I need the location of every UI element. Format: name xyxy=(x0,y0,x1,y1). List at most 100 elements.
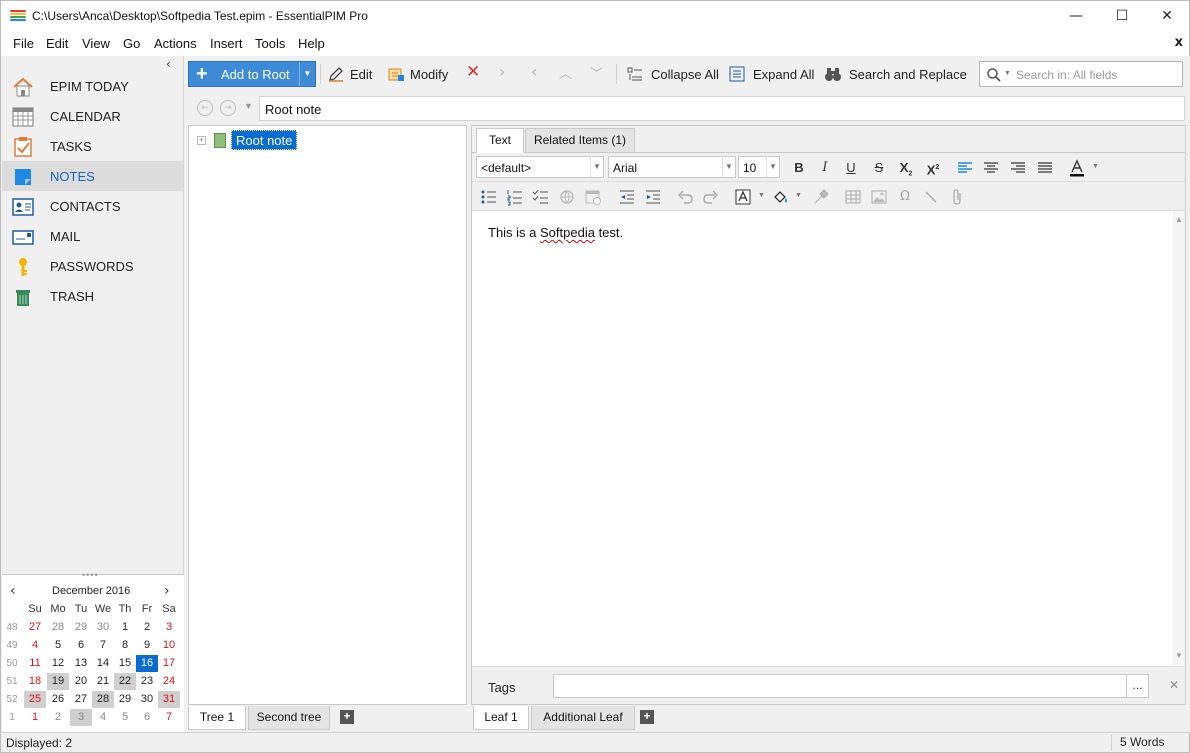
maximize-button[interactable]: ☐ xyxy=(1099,1,1145,31)
tab-second-tree[interactable]: Second tree xyxy=(248,706,330,730)
add-to-root-dropdown[interactable]: ▼ xyxy=(299,62,315,86)
numbered-list-icon[interactable] xyxy=(506,188,524,206)
calendar-day[interactable]: 18 xyxy=(24,673,46,690)
calendar-day[interactable]: 20 xyxy=(70,673,92,690)
calendar-day[interactable]: 28 xyxy=(47,619,69,636)
decrease-indent-icon[interactable] xyxy=(618,188,636,206)
attachment-icon[interactable] xyxy=(948,188,966,206)
calendar-day[interactable]: 29 xyxy=(114,691,136,708)
sidebar-item-trash[interactable]: TRASH xyxy=(2,281,183,311)
misspelled-word[interactable]: Softpedia xyxy=(540,225,595,240)
tags-input[interactable]: ... xyxy=(553,674,1149,698)
calendar-day[interactable]: 3 xyxy=(70,709,92,726)
menu-file[interactable]: File xyxy=(13,36,34,51)
calendar-day[interactable]: 6 xyxy=(70,637,92,654)
calendar-day[interactable]: 15 xyxy=(114,655,136,672)
format-painter-icon[interactable] xyxy=(812,188,830,206)
bullet-list-icon[interactable] xyxy=(480,188,498,206)
back-button[interactable]: ← xyxy=(197,100,213,116)
expand-all-button[interactable]: Expand All xyxy=(728,62,814,86)
sidebar-item-epim-today[interactable]: EPIM TODAY xyxy=(2,71,183,101)
calendar-day[interactable]: 5 xyxy=(114,709,136,726)
edit-button[interactable]: Edit xyxy=(327,62,373,86)
calendar-day[interactable]: 8 xyxy=(114,637,136,654)
menu-actions[interactable]: Actions xyxy=(154,36,197,51)
calendar-day[interactable]: 27 xyxy=(24,619,46,636)
calendar-day[interactable]: 13 xyxy=(70,655,92,672)
calendar-day[interactable]: 11 xyxy=(24,655,46,672)
calendar-day[interactable]: 29 xyxy=(70,619,92,636)
move-left-icon[interactable]: ‹ xyxy=(531,62,537,81)
next-month-button[interactable]: › xyxy=(164,583,170,599)
delete-icon[interactable]: ✕ xyxy=(466,62,480,82)
calendar-day[interactable]: 4 xyxy=(24,637,46,654)
move-up-icon[interactable]: ︿ xyxy=(559,63,572,82)
week-number[interactable]: 50 xyxy=(2,655,22,672)
calendar-day[interactable]: 28 xyxy=(92,691,114,708)
search-box[interactable]: ▼ Search in: All fields xyxy=(979,61,1183,87)
search-scope-dropdown-icon[interactable]: ▼ xyxy=(1004,70,1011,77)
calendar-day[interactable]: 21 xyxy=(92,673,114,690)
insert-table-icon[interactable] xyxy=(844,188,862,206)
previous-month-button[interactable]: ‹ xyxy=(10,583,16,599)
calendar-day[interactable]: 9 xyxy=(136,637,158,654)
calendar-day[interactable]: 17 xyxy=(158,655,180,672)
forward-button[interactable]: → xyxy=(220,100,236,116)
calendar-day[interactable]: 25 xyxy=(24,691,46,708)
close-window-button[interactable]: ✕ xyxy=(1144,1,1190,31)
calendar-day[interactable]: 14 xyxy=(92,655,114,672)
fill-color-dropdown-icon[interactable]: ▼ xyxy=(795,192,802,199)
collapse-all-button[interactable]: Collapse All xyxy=(626,62,719,86)
menu-go[interactable]: Go xyxy=(123,36,140,51)
calendar-day[interactable]: 7 xyxy=(92,637,114,654)
sidebar-item-passwords[interactable]: PASSWORDS xyxy=(2,251,183,281)
calendar-day[interactable]: 7 xyxy=(158,709,180,726)
font-select[interactable]: Arial ▼ xyxy=(608,156,736,178)
sidebar-item-mail[interactable]: MAIL xyxy=(2,221,183,251)
tab-leaf-1[interactable]: Leaf 1 xyxy=(473,706,529,730)
week-number[interactable]: 51 xyxy=(2,673,22,690)
horizontal-line-icon[interactable] xyxy=(922,188,940,206)
undo-icon[interactable] xyxy=(676,188,694,206)
close-tags-icon[interactable]: ✕ xyxy=(1169,678,1179,692)
font-size-select[interactable]: 10 ▼ xyxy=(738,156,780,178)
calendar-day[interactable]: 16 xyxy=(136,655,158,672)
bold-button[interactable]: B xyxy=(790,159,808,177)
tab-additional-leaf[interactable]: Additional Leaf xyxy=(531,706,635,730)
superscript-button[interactable]: X2 xyxy=(924,159,942,177)
add-tree-tab-button[interactable]: + xyxy=(340,710,354,724)
redo-icon[interactable] xyxy=(702,188,720,206)
history-dropdown-icon[interactable]: ▼ xyxy=(244,101,253,111)
move-right-icon[interactable]: › xyxy=(499,62,505,81)
collapse-sidebar-icon[interactable]: ‹ xyxy=(166,57,171,71)
search-input[interactable]: Search in: All fields xyxy=(1016,68,1117,82)
strikethrough-button[interactable]: S xyxy=(870,159,888,177)
calendar-day[interactable]: 3 xyxy=(158,619,180,636)
calendar-day[interactable]: 12 xyxy=(47,655,69,672)
menu-edit[interactable]: Edit xyxy=(46,36,68,51)
expand-node-toggle[interactable]: + xyxy=(197,136,206,145)
week-number[interactable]: 49 xyxy=(2,637,22,654)
calendar-day[interactable]: 2 xyxy=(47,709,69,726)
scroll-down-icon[interactable]: ▼ xyxy=(1175,651,1183,660)
calendar-day[interactable]: 1 xyxy=(24,709,46,726)
insert-date-icon[interactable] xyxy=(584,188,602,206)
sidebar-item-calendar[interactable]: CALENDAR xyxy=(2,101,183,131)
calendar-day[interactable]: 27 xyxy=(70,691,92,708)
calendar-day[interactable]: 2 xyxy=(136,619,158,636)
tree-node-root[interactable]: Root note xyxy=(231,130,298,150)
menu-view[interactable]: View xyxy=(82,36,110,51)
menu-tools[interactable]: Tools xyxy=(255,36,285,51)
note-path-field[interactable]: Root note xyxy=(259,96,1185,121)
calendar-day[interactable]: 31 xyxy=(158,691,180,708)
checklist-icon[interactable] xyxy=(532,188,550,206)
align-justify-icon[interactable] xyxy=(1036,159,1054,177)
calendar-day[interactable]: 22 xyxy=(114,673,136,690)
tab-tree-1[interactable]: Tree 1 xyxy=(188,706,246,730)
increase-indent-icon[interactable] xyxy=(644,188,662,206)
calendar-day[interactable]: 6 xyxy=(136,709,158,726)
add-to-root-button[interactable]: + Add to Root ▼ xyxy=(188,61,316,87)
highlight-dropdown-icon[interactable]: ▼ xyxy=(758,192,765,199)
resize-grip-icon[interactable]: •••• xyxy=(82,570,99,580)
align-left-icon[interactable] xyxy=(956,159,974,177)
